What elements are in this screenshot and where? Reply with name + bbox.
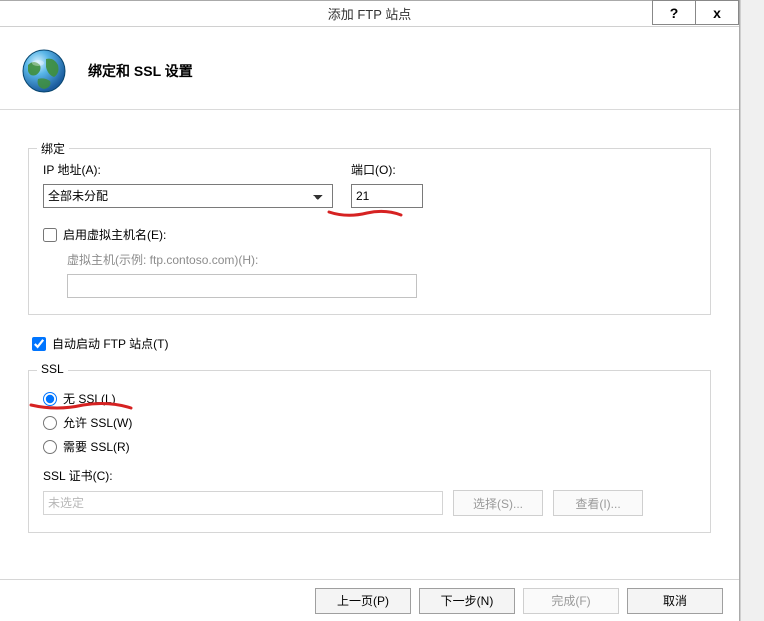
view-cert-button: 查看(I)... [553,490,643,516]
require-ssl-label: 需要 SSL(R) [63,438,130,455]
wizard-footer: 上一页(P) 下一步(N) 完成(F) 取消 [0,579,739,621]
port-input[interactable] [351,184,423,208]
next-button[interactable]: 下一步(N) [419,588,515,614]
autostart-checkbox[interactable] [32,337,46,351]
cancel-button[interactable]: 取消 [627,588,723,614]
window-title: 添加 FTP 站点 [328,4,412,23]
port-label: 端口(O): [351,161,423,178]
prev-button[interactable]: 上一页(P) [315,588,411,614]
no-ssl-radio[interactable] [43,392,57,406]
vhost-label: 虚拟主机(示例: ftp.contoso.com)(H): [67,253,258,267]
enable-vhost-label: 启用虚拟主机名(E): [63,226,166,243]
ssl-cert-select: 未选定 [43,491,443,515]
allow-ssl-label: 允许 SSL(W) [63,414,132,431]
binding-legend: 绑定 [37,140,69,157]
ip-address-label: IP 地址(A): [43,161,333,178]
enable-vhost-checkbox[interactable] [43,228,57,242]
annotation-port-underline [327,206,407,220]
no-ssl-label: 无 SSL(L) [63,390,116,407]
titlebar: 添加 FTP 站点 ? x [0,1,739,27]
help-button[interactable]: ? [652,0,696,25]
titlebar-buttons: ? x [653,0,739,26]
ssl-fieldset: SSL 无 SSL(L) 允许 SSL(W) 需要 SSL(R) SSL 证书(… [28,370,711,533]
ssl-legend: SSL [37,362,68,376]
select-cert-button: 选择(S)... [453,490,543,516]
outer-background-strip [740,0,764,621]
finish-button: 完成(F) [523,588,619,614]
vhost-input [67,274,417,298]
autostart-label: 自动启动 FTP 站点(T) [52,335,168,352]
page-header: 绑定和 SSL 设置 [0,27,739,110]
ip-address-select[interactable]: 全部未分配 [43,184,333,208]
allow-ssl-radio[interactable] [43,416,57,430]
globe-icon [20,47,68,95]
ssl-cert-label: SSL 证书(C): [43,467,696,484]
page-title: 绑定和 SSL 设置 [88,61,193,81]
close-button[interactable]: x [695,0,739,25]
require-ssl-radio[interactable] [43,440,57,454]
binding-fieldset: 绑定 IP 地址(A): 全部未分配 端口(O): 启用虚拟主机名(E [28,148,711,315]
